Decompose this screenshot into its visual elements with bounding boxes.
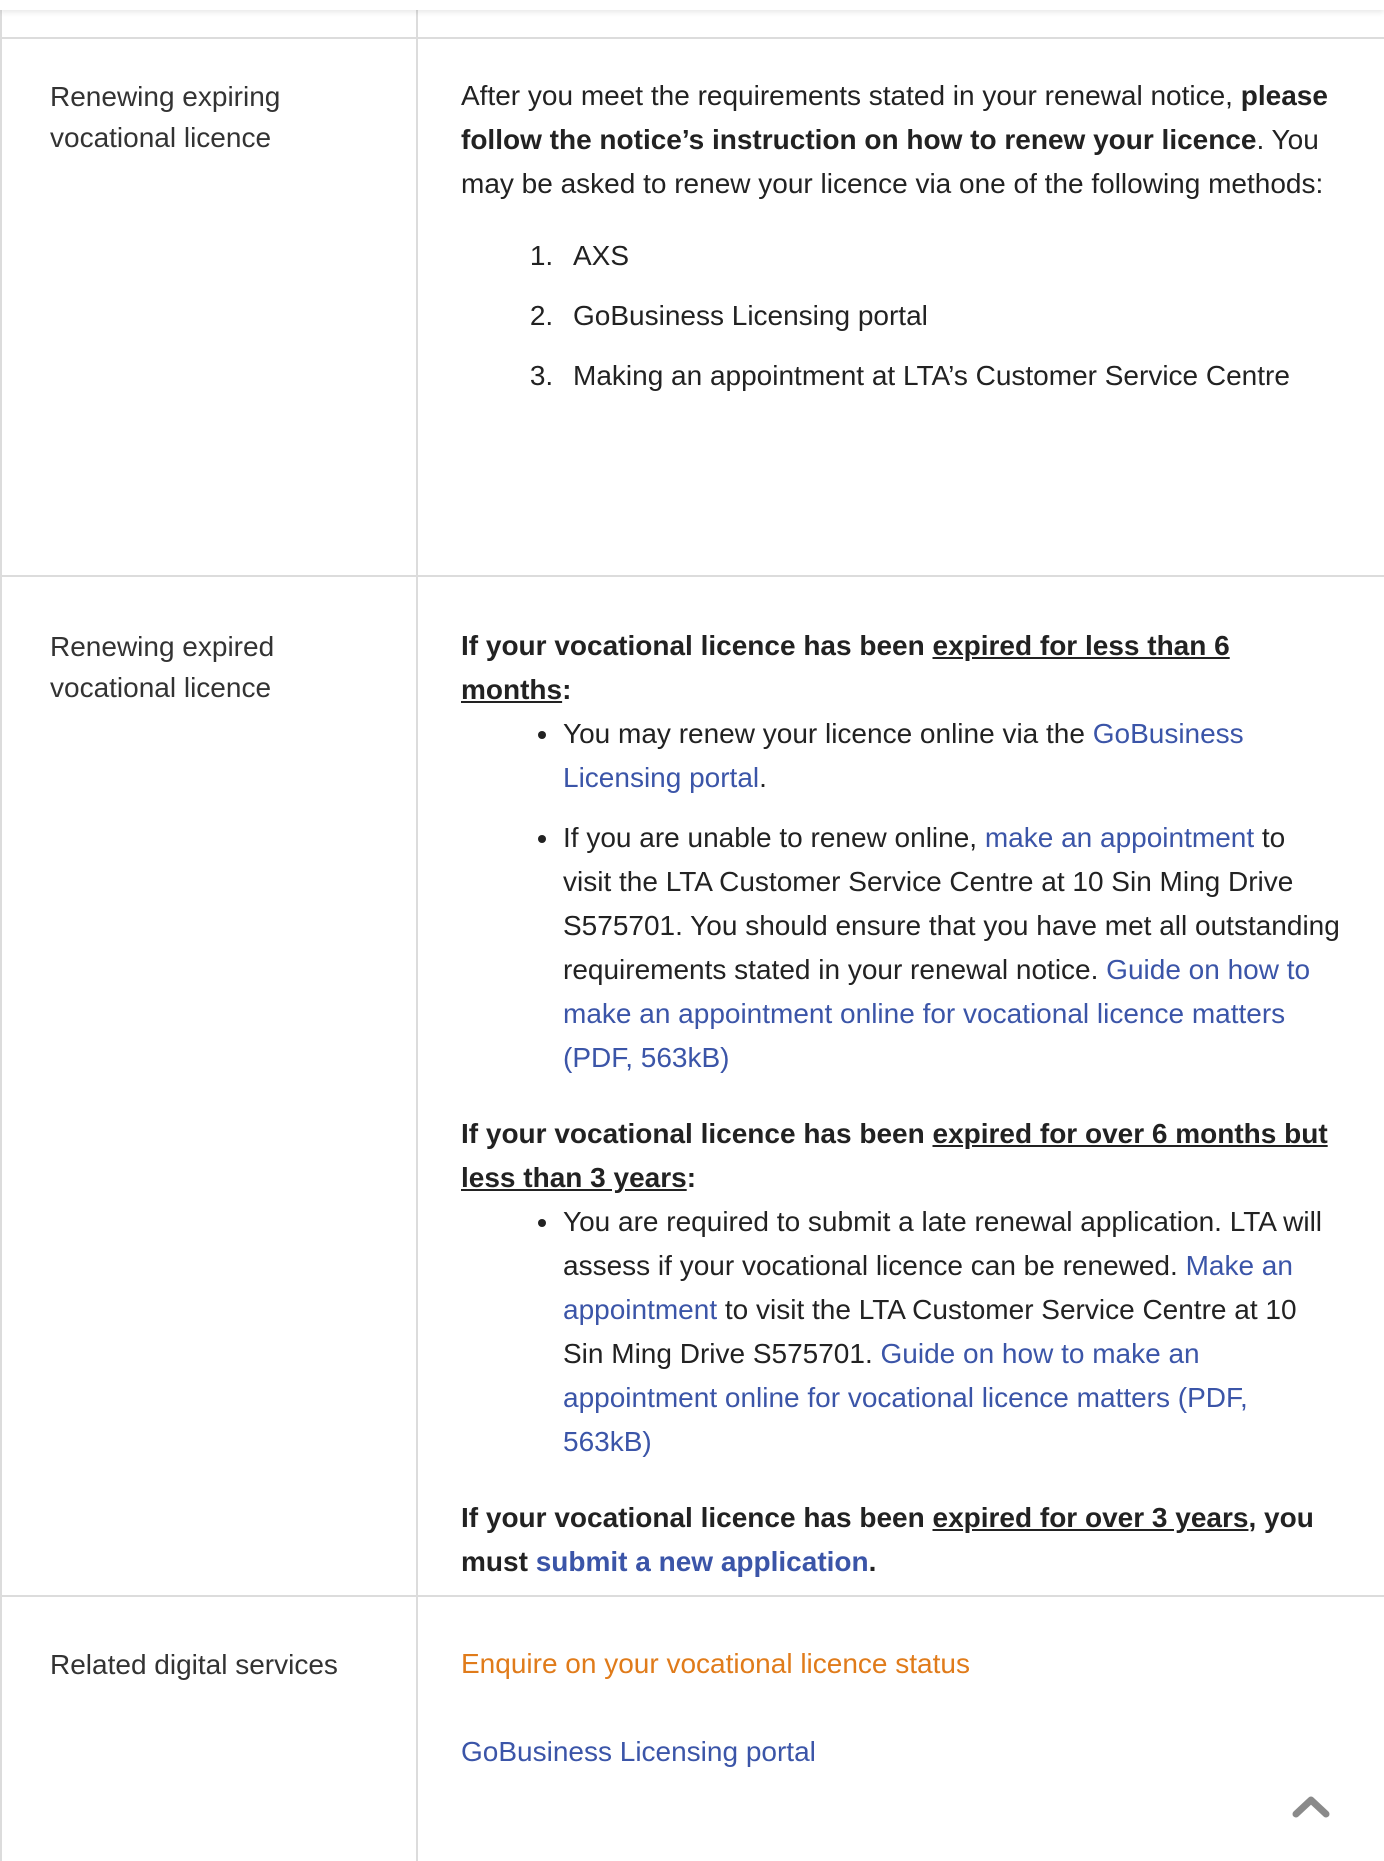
row-label-renewing-expiring: Renewing expiring vocational licence — [50, 81, 281, 153]
bullet-text: If you are unable to renew online, — [563, 822, 985, 853]
row-label-related-services: Related digital services — [50, 1649, 338, 1680]
section-lead: If your vocational licence has been — [461, 1118, 933, 1149]
list-item: If you are unable to renew online, make … — [561, 816, 1341, 1080]
renewal-intro-paragraph: After you meet the requirements stated i… — [461, 74, 1341, 206]
bullet-list: You are required to submit a late renewa… — [461, 1200, 1341, 1464]
chevron-up-icon[interactable] — [1292, 1794, 1330, 1818]
bullet-text-end: . — [759, 762, 767, 793]
row-content-renewing-expiring: After you meet the requirements stated i… — [461, 74, 1341, 414]
list-item: Making an appointment at LTA’s Customer … — [561, 354, 1341, 398]
list-item: AXS — [561, 234, 1341, 278]
bullet-list: You may renew your licence online via th… — [461, 712, 1341, 1080]
row-divider — [2, 1595, 1384, 1597]
intro-text: After you meet the requirements stated i… — [461, 80, 1241, 111]
list-item: You are required to submit a late renewa… — [561, 1200, 1341, 1464]
row-content-related-services: Enquire on your vocational licence statu… — [461, 1642, 1341, 1774]
section-underline: expired for over 3 years — [932, 1502, 1249, 1533]
section-over-3-years: If your vocational licence has been expi… — [461, 1496, 1341, 1584]
bullet-text: You may renew your licence online via th… — [563, 718, 1093, 749]
top-header-bar — [0, 0, 1384, 10]
gobusiness-portal-link[interactable]: GoBusiness Licensing portal — [461, 1730, 1341, 1774]
row-content-renewing-expired: If your vocational licence has been expi… — [461, 624, 1341, 1584]
list-item: You may renew your licence online via th… — [561, 712, 1341, 800]
row-label-renewing-expired: Renewing expired vocational licence — [50, 631, 275, 703]
section-lead: If your vocational licence has been — [461, 630, 933, 661]
section-end: . — [868, 1546, 877, 1577]
section-less-than-6-months: If your vocational licence has been expi… — [461, 624, 1341, 712]
row-divider — [2, 37, 1384, 39]
submit-new-application-link[interactable]: submit a new application — [536, 1546, 869, 1577]
enquire-licence-status-link[interactable]: Enquire on your vocational licence statu… — [461, 1642, 1341, 1686]
section-tail: : — [686, 1162, 697, 1193]
renewal-methods-list: AXS GoBusiness Licensing portal Making a… — [461, 234, 1341, 398]
section-lead: If your vocational licence has been — [461, 1502, 933, 1533]
column-divider — [416, 0, 418, 1861]
licence-info-table: Renewing expiring vocational licence Aft… — [0, 0, 1384, 1861]
make-appointment-link[interactable]: make an appointment — [985, 822, 1254, 853]
row-divider — [2, 575, 1384, 577]
section-tail: : — [562, 674, 572, 705]
list-item: GoBusiness Licensing portal — [561, 294, 1341, 338]
section-6-months-to-3-years: If your vocational licence has been expi… — [461, 1112, 1341, 1200]
